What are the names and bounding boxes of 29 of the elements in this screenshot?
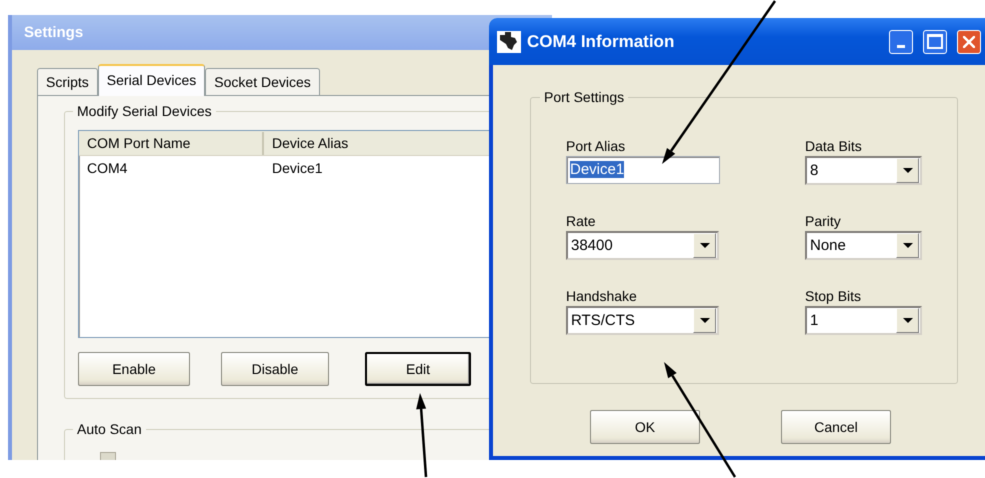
minimize-button[interactable] xyxy=(889,30,913,54)
column-header[interactable]: COM Port Name xyxy=(79,132,264,154)
dropdown[interactable]: 38400 xyxy=(566,231,719,260)
action-button[interactable]: Disable xyxy=(221,352,329,386)
field-label: Stop Bits xyxy=(805,287,862,305)
field-label: Parity xyxy=(805,212,842,230)
field-label: Data Bits xyxy=(805,137,863,155)
close-button[interactable] xyxy=(957,30,981,54)
tab[interactable]: Socket Devices xyxy=(205,68,320,95)
maximize-button[interactable] xyxy=(923,30,947,54)
dropdown[interactable]: 8 xyxy=(805,156,922,185)
tab[interactable]: Serial Devices xyxy=(98,64,206,96)
window-title: Settings xyxy=(24,24,84,41)
dropdown[interactable]: None xyxy=(805,231,922,260)
table-cell-text: Device1 xyxy=(271,160,324,176)
field-label: Rate xyxy=(566,212,597,230)
action-button[interactable]: Edit xyxy=(365,352,471,386)
tab[interactable]: Scripts xyxy=(37,68,98,95)
window-title: COM4 Information xyxy=(527,32,674,52)
dialog-button[interactable]: OK xyxy=(590,410,700,444)
field-label: Port Alias xyxy=(566,137,626,155)
dialog-button[interactable]: Cancel xyxy=(781,410,891,444)
table-cell-text: COM4 xyxy=(86,160,128,176)
field-label: Handshake xyxy=(566,287,638,305)
input-field[interactable]: Device1 xyxy=(566,156,720,184)
app-icon xyxy=(497,30,521,52)
dropdown[interactable]: RTS/CTS xyxy=(566,306,719,335)
dropdown[interactable]: 1 xyxy=(805,306,922,335)
action-button[interactable]: Enable xyxy=(78,352,190,386)
